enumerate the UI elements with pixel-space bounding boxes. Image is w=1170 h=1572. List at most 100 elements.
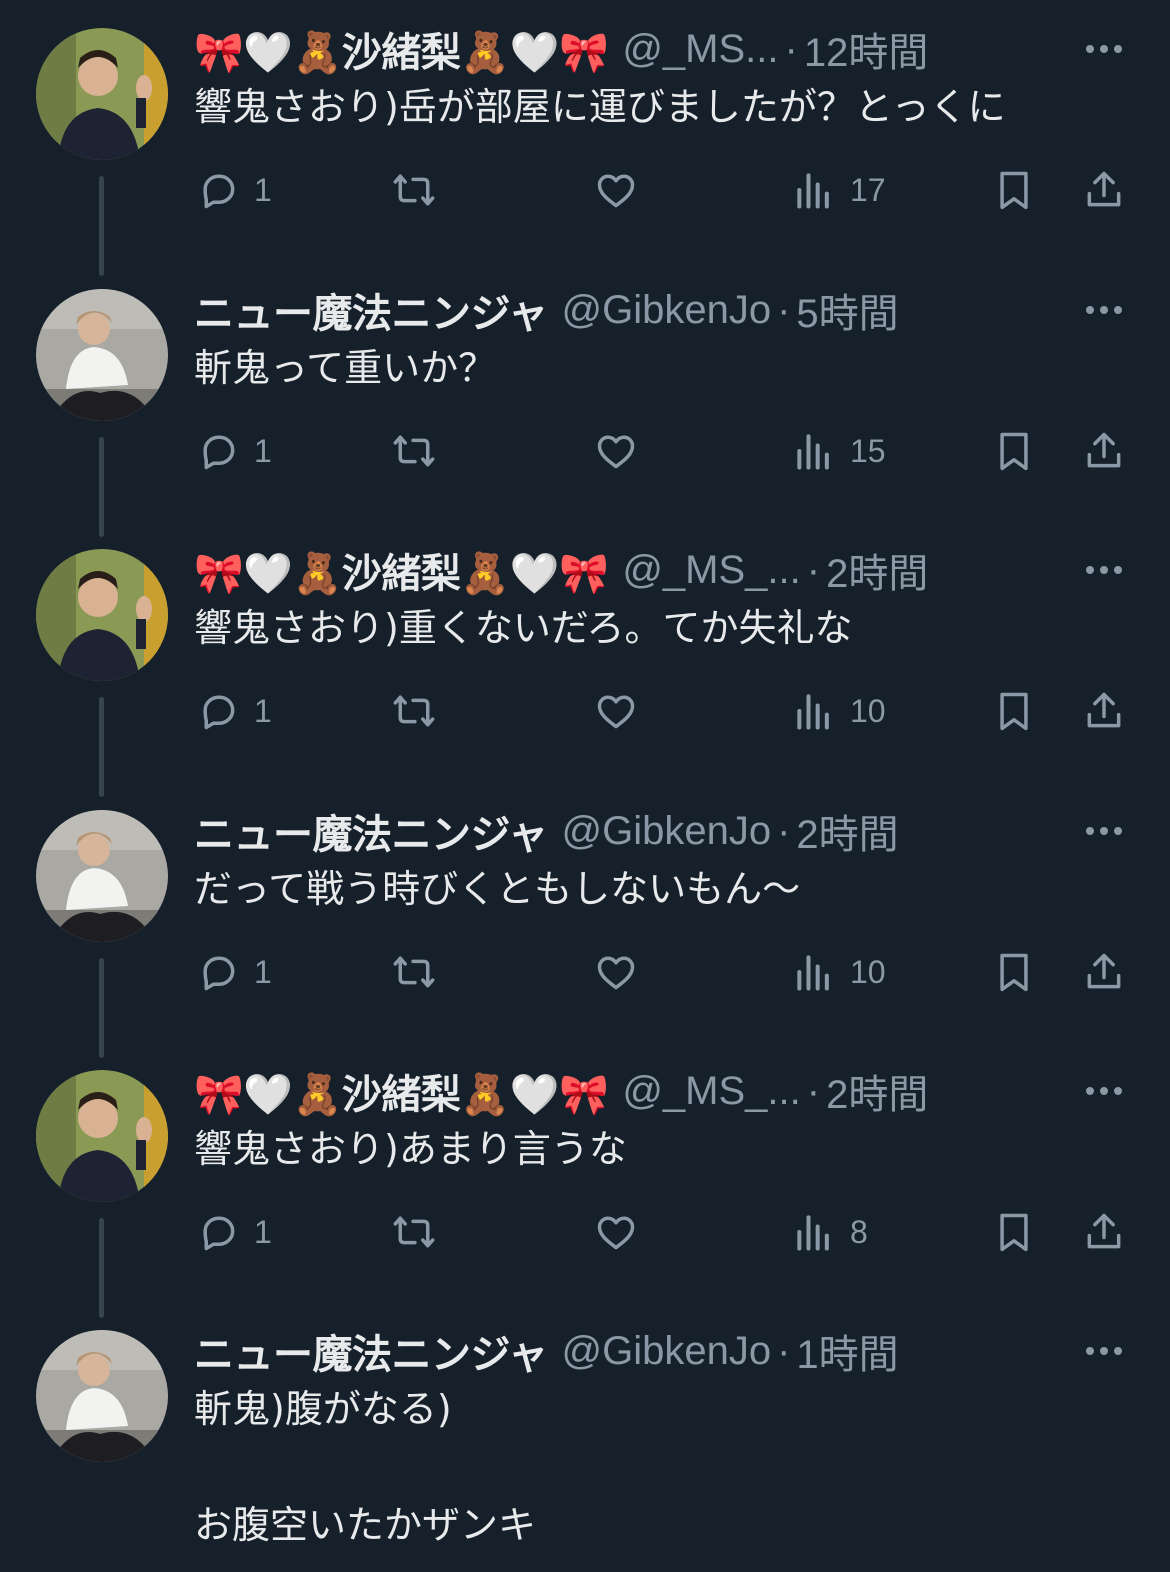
bookmark-icon xyxy=(1000,953,1028,992)
share-button[interactable] xyxy=(1082,681,1126,741)
reply-count: 1 xyxy=(254,953,272,990)
views-button[interactable]: 15 xyxy=(792,421,886,481)
separator-dot: · xyxy=(806,547,821,592)
avatar[interactable] xyxy=(36,1070,168,1202)
tweet-text: 響鬼さおり)あまり言うな xyxy=(194,1127,627,1171)
bar-chart-icon xyxy=(797,173,829,209)
views-button[interactable]: 8 xyxy=(792,1202,868,1262)
timestamp[interactable]: 12時間 xyxy=(804,20,929,78)
bookmark-icon xyxy=(1000,432,1028,471)
tweet[interactable]: 🎀🤍🧸沙緒梨🧸🤍🎀 @_MS_... · 2時間 響鬼さおり)重くないだろ。てか… xyxy=(0,521,1170,797)
tweet-text: 響鬼さおり)岳が部屋に運びましたが？とっくに xyxy=(194,85,1006,129)
author-name[interactable]: ニュー魔法ニンジャ xyxy=(194,281,548,339)
man-crouching-avatar-image xyxy=(36,289,168,421)
like-button[interactable] xyxy=(594,421,638,481)
reply-button[interactable]: 1 xyxy=(196,942,272,1002)
reply-thread: 🎀🤍🧸沙緒梨🧸🤍🎀 @_MS... · 12時間 響鬼さおり)岳が部屋に運びまし… xyxy=(0,0,1170,1572)
reply-button[interactable]: 1 xyxy=(196,421,272,481)
reply-button[interactable]: 1 xyxy=(196,681,272,741)
author-name[interactable]: ニュー魔法ニンジャ xyxy=(194,802,548,860)
like-button[interactable] xyxy=(594,942,638,1002)
heart-icon xyxy=(597,1216,635,1250)
views-button[interactable]: 10 xyxy=(792,942,886,1002)
retweet-button[interactable] xyxy=(392,942,436,1002)
author-handle[interactable]: @_MS... xyxy=(622,27,778,72)
timestamp[interactable]: 2時間 xyxy=(796,802,898,860)
bookmark-button[interactable] xyxy=(992,421,1036,481)
share-button[interactable] xyxy=(1082,942,1126,1002)
more-options-icon[interactable] xyxy=(1082,1078,1126,1104)
view-count: 15 xyxy=(850,432,886,469)
more-options-icon[interactable] xyxy=(1082,557,1126,583)
more-options-icon[interactable] xyxy=(1082,1338,1126,1364)
retweet-icon xyxy=(393,174,435,206)
retweet-button[interactable] xyxy=(392,681,436,741)
author-handle[interactable]: @_MS_... xyxy=(622,1069,800,1114)
share-icon xyxy=(1087,953,1121,989)
avatar[interactable] xyxy=(36,1330,168,1462)
reply-icon xyxy=(203,956,235,991)
author-handle[interactable]: @GibkenJo xyxy=(562,809,772,854)
retweet-button[interactable] xyxy=(392,421,436,481)
more-options-icon[interactable] xyxy=(1082,818,1126,844)
retweet-icon xyxy=(393,695,435,727)
avatar[interactable] xyxy=(36,810,168,942)
tweet[interactable]: 🎀🤍🧸沙緒梨🧸🤍🎀 @_MS_... · 2時間 響鬼さおり)あまり言うな 1 … xyxy=(0,1042,1170,1318)
bookmark-button[interactable] xyxy=(992,942,1036,1002)
avatar[interactable] xyxy=(36,28,168,160)
timestamp[interactable]: 2時間 xyxy=(826,541,928,599)
reply-icon xyxy=(203,435,235,470)
author-name[interactable]: ニュー魔法ニンジャ xyxy=(194,1322,548,1380)
share-icon xyxy=(1087,171,1121,207)
tweet-actions: 1 10 xyxy=(0,942,1170,1002)
view-count: 10 xyxy=(850,692,886,729)
bookmark-button[interactable] xyxy=(992,681,1036,741)
reply-count: 1 xyxy=(254,692,272,729)
retweet-button[interactable] xyxy=(392,1202,436,1262)
share-icon xyxy=(1087,432,1121,468)
tweet[interactable]: ニュー魔法ニンジャ @GibkenJo · 1時間 斬鬼)腹がなる) お腹空いた… xyxy=(0,1302,1170,1572)
bookmark-button[interactable] xyxy=(992,160,1036,220)
reply-count: 1 xyxy=(254,1213,272,1250)
share-button[interactable] xyxy=(1082,1202,1126,1262)
views-button[interactable]: 17 xyxy=(792,160,886,220)
bookmark-icon xyxy=(1000,1213,1028,1252)
bar-chart-icon xyxy=(797,434,829,470)
tweet[interactable]: ニュー魔法ニンジャ @GibkenJo · 5時間 斬鬼って重いか？ 1 15 xyxy=(0,261,1170,537)
like-button[interactable] xyxy=(594,1202,638,1262)
tweet-header: 🎀🤍🧸沙緒梨🧸🤍🎀 @_MS... · 12時間 xyxy=(194,18,1110,80)
retweet-button[interactable] xyxy=(392,160,436,220)
man-waving-avatar-image xyxy=(36,549,168,681)
tweet[interactable]: ニュー魔法ニンジャ @GibkenJo · 2時間 だって戦う時びくともしないも… xyxy=(0,782,1170,1058)
author-name[interactable]: 🎀🤍🧸沙緒梨🧸🤍🎀 xyxy=(194,541,609,599)
author-name[interactable]: 🎀🤍🧸沙緒梨🧸🤍🎀 xyxy=(194,1062,609,1120)
tweet-text: だって戦う時びくともしないもん〜 xyxy=(194,867,801,911)
tweet-header: ニュー魔法ニンジャ @GibkenJo · 5時間 xyxy=(194,279,1110,341)
share-button[interactable] xyxy=(1082,421,1126,481)
author-name[interactable]: 🎀🤍🧸沙緒梨🧸🤍🎀 xyxy=(194,20,609,78)
bookmark-button[interactable] xyxy=(992,1202,1036,1262)
reply-button[interactable]: 1 xyxy=(196,1202,272,1262)
avatar[interactable] xyxy=(36,289,168,421)
tweet-actions: 1 8 xyxy=(0,1202,1170,1262)
views-button[interactable]: 10 xyxy=(792,681,886,741)
more-options-icon[interactable] xyxy=(1082,297,1126,323)
separator-dot: · xyxy=(806,1068,821,1113)
author-handle[interactable]: @GibkenJo xyxy=(562,288,772,333)
bookmark-icon xyxy=(1000,171,1028,210)
avatar[interactable] xyxy=(36,549,168,681)
tweet[interactable]: 🎀🤍🧸沙緒梨🧸🤍🎀 @_MS... · 12時間 響鬼さおり)岳が部屋に運びまし… xyxy=(0,0,1170,276)
man-waving-avatar-image xyxy=(36,1070,168,1202)
author-handle[interactable]: @_MS_... xyxy=(622,548,800,593)
share-button[interactable] xyxy=(1082,160,1126,220)
like-button[interactable] xyxy=(594,160,638,220)
author-handle[interactable]: @GibkenJo xyxy=(562,1329,772,1374)
more-options-icon[interactable] xyxy=(1082,36,1126,62)
separator-dot: · xyxy=(777,287,791,332)
tweet-actions: 1 17 xyxy=(0,160,1170,220)
reply-button[interactable]: 1 xyxy=(196,160,272,220)
like-button[interactable] xyxy=(594,681,638,741)
timestamp[interactable]: 2時間 xyxy=(826,1062,928,1120)
timestamp[interactable]: 1時間 xyxy=(796,1322,898,1380)
timestamp[interactable]: 5時間 xyxy=(796,281,898,339)
